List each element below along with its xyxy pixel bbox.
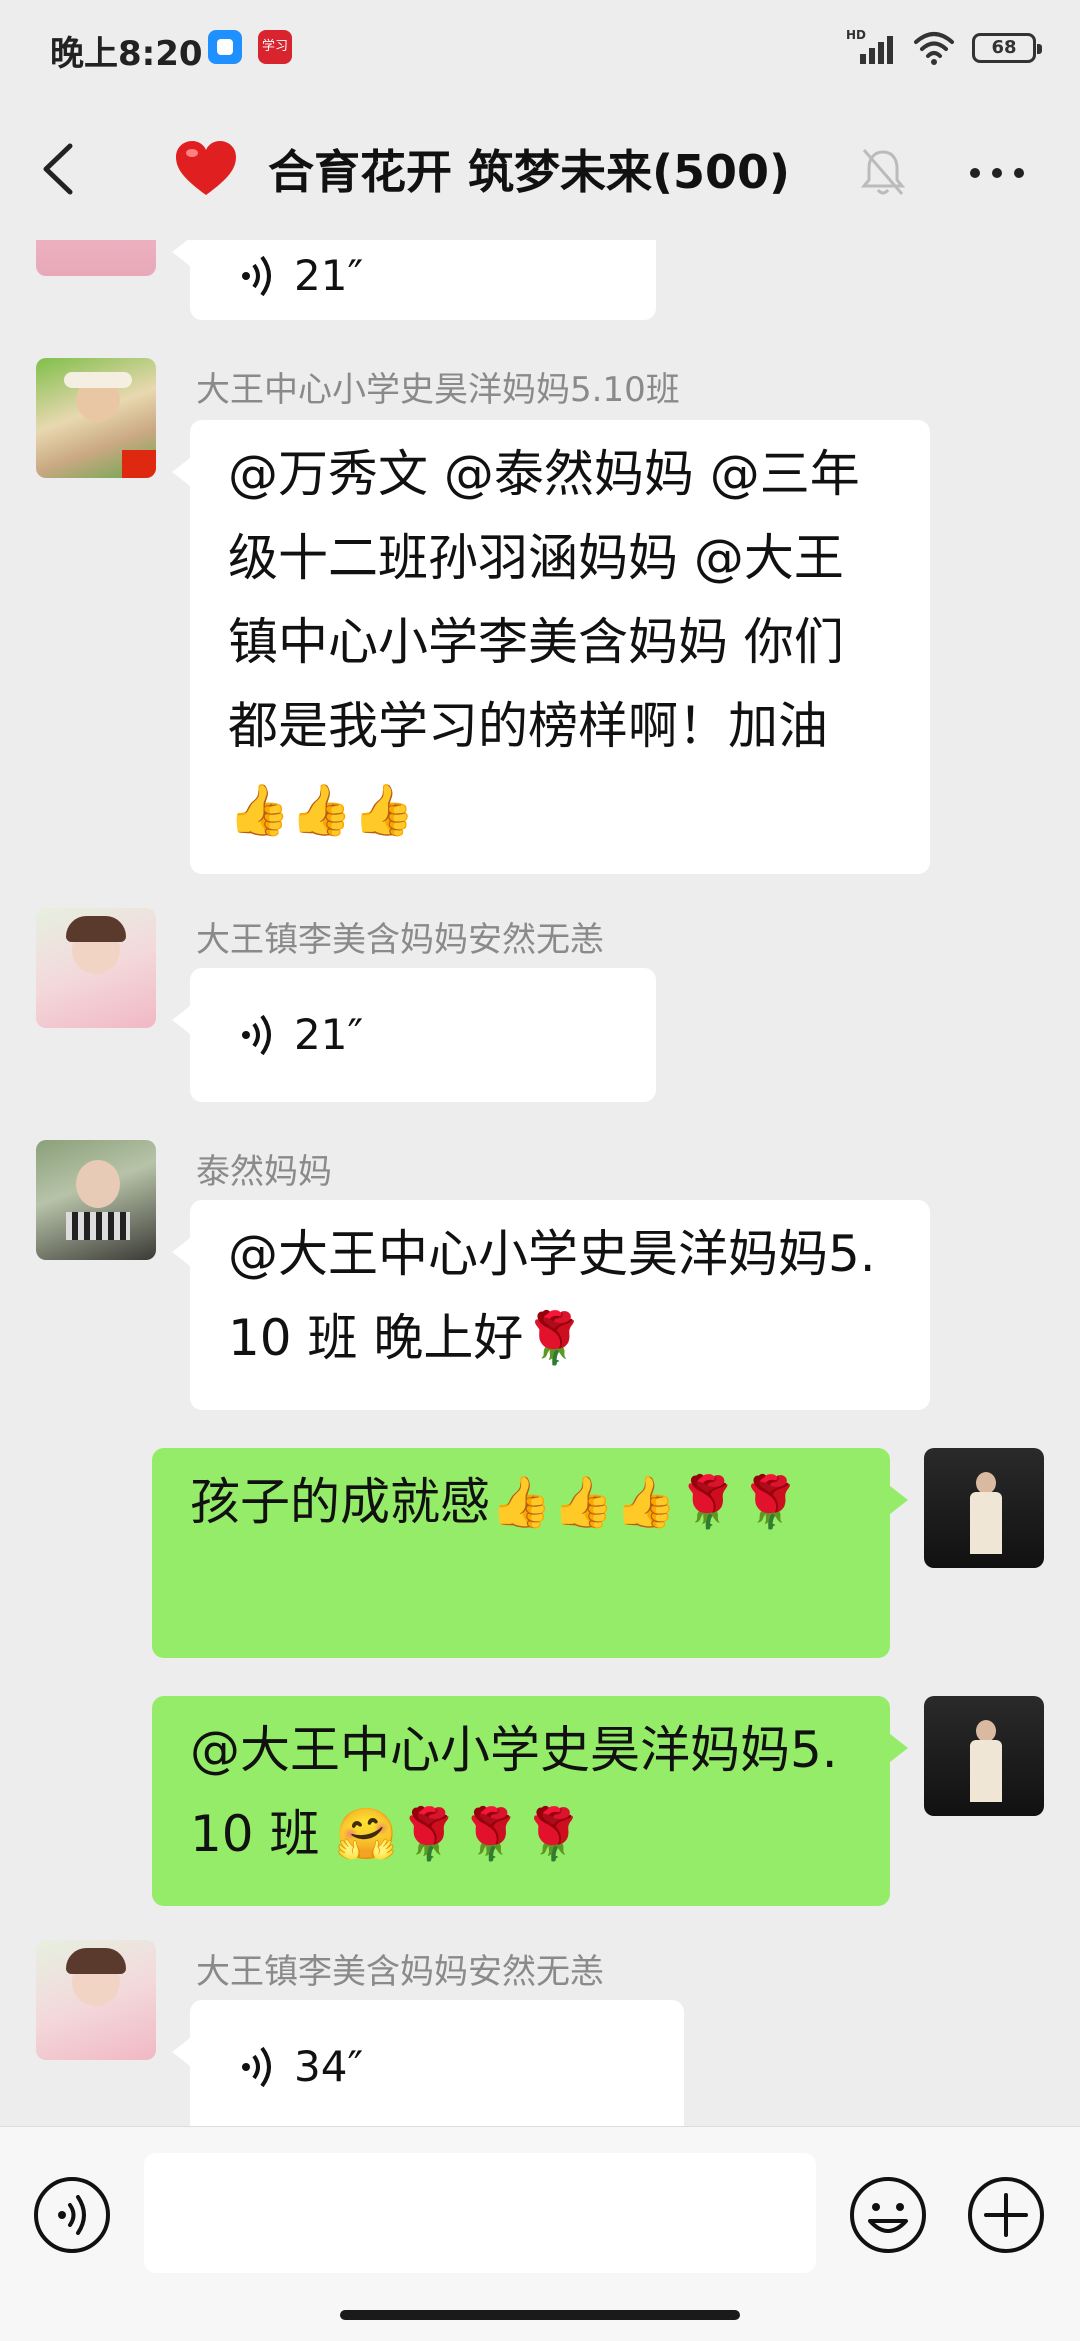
input-bar bbox=[0, 2126, 1080, 2341]
message-text: @万秀文 @泰然妈妈 @三年级十二班孙羽涵妈妈 @大王镇中心小学李美含妈妈 你们… bbox=[228, 445, 860, 839]
more-button[interactable] bbox=[962, 144, 1032, 200]
signal-icon: HD bbox=[846, 28, 896, 68]
voice-message[interactable]: 21″ bbox=[172, 968, 656, 1102]
avatar[interactable] bbox=[36, 240, 156, 276]
voice-duration: 21″ bbox=[294, 251, 364, 300]
my-avatar[interactable] bbox=[924, 1448, 1044, 1568]
voice-message[interactable]: 34″ bbox=[172, 2000, 684, 2126]
voice-duration: 34″ bbox=[294, 2042, 364, 2091]
voice-icon bbox=[242, 255, 271, 297]
study-app-icon: 学习 bbox=[258, 30, 292, 64]
status-time: 晚上8:20 bbox=[50, 34, 203, 74]
chat-header: 合育花开 筑梦未来(500) bbox=[0, 100, 1080, 240]
wifi-icon bbox=[914, 32, 954, 65]
voice-icon bbox=[242, 2046, 271, 2088]
text-message[interactable]: @万秀文 @泰然妈妈 @三年级十二班孙羽涵妈妈 @大王镇中心小学李美含妈妈 你们… bbox=[172, 420, 930, 874]
avatar[interactable] bbox=[36, 908, 156, 1028]
avatar[interactable] bbox=[36, 358, 156, 478]
sender-name: 大王中心小学史昊洋妈妈5.10班 bbox=[196, 370, 680, 410]
text-message[interactable]: @大王中心小学史昊洋妈妈5.10 班 晚上好🌹 bbox=[172, 1200, 930, 1410]
title-wrap: 合育花开 筑梦未来(500) bbox=[174, 136, 790, 202]
chat-title[interactable]: 合育花开 筑梦未来(500) bbox=[268, 136, 790, 202]
heart-icon bbox=[176, 141, 236, 195]
my-avatar[interactable] bbox=[924, 1696, 1044, 1816]
sender-name: 大王镇李美含妈妈安然无恙 bbox=[196, 1952, 604, 1992]
avatar[interactable] bbox=[36, 1940, 156, 2060]
text-message-outgoing[interactable]: 孩子的成就感👍👍👍🌹🌹 bbox=[152, 1448, 908, 1658]
sender-name: 泰然妈妈 bbox=[196, 1152, 332, 1192]
status-bar: 晚上8:20 学习 HD 68 bbox=[0, 0, 1080, 100]
emoji-button[interactable] bbox=[848, 2175, 928, 2255]
sender-name: 大王镇李美含妈妈安然无恙 bbox=[196, 920, 604, 960]
message-text: 孩子的成就感👍👍👍🌹🌹 bbox=[190, 1473, 802, 1531]
mute-icon bbox=[860, 149, 906, 195]
voice-duration: 21″ bbox=[294, 1010, 364, 1059]
home-indicator[interactable] bbox=[340, 2310, 740, 2320]
network-type: HD bbox=[846, 28, 867, 42]
notification-app-icon bbox=[208, 30, 242, 64]
message-text: @大王中心小学史昊洋妈妈5.10 班 晚上好🌹 bbox=[228, 1225, 876, 1367]
plus-button[interactable] bbox=[966, 2175, 1046, 2255]
message-input[interactable] bbox=[144, 2153, 816, 2273]
message-text: @大王中心小学史昊洋妈妈5.10 班 🤗🌹🌹🌹 bbox=[190, 1721, 838, 1863]
battery-icon: 68 bbox=[972, 33, 1042, 63]
avatar[interactable] bbox=[36, 1140, 156, 1260]
status-indicators: HD 68 bbox=[846, 24, 1042, 72]
voice-input-button[interactable] bbox=[32, 2175, 112, 2255]
text-message-outgoing[interactable]: @大王中心小学史昊洋妈妈5.10 班 🤗🌹🌹🌹 bbox=[152, 1696, 908, 1906]
back-button[interactable] bbox=[30, 134, 90, 204]
message-list[interactable]: 21″ 大王中心小学史昊洋妈妈5.10班 @万秀文 @泰然妈妈 @三年级十二班孙… bbox=[0, 240, 1080, 2126]
voice-icon bbox=[242, 1014, 271, 1056]
voice-message[interactable]: 21″ bbox=[172, 240, 656, 320]
